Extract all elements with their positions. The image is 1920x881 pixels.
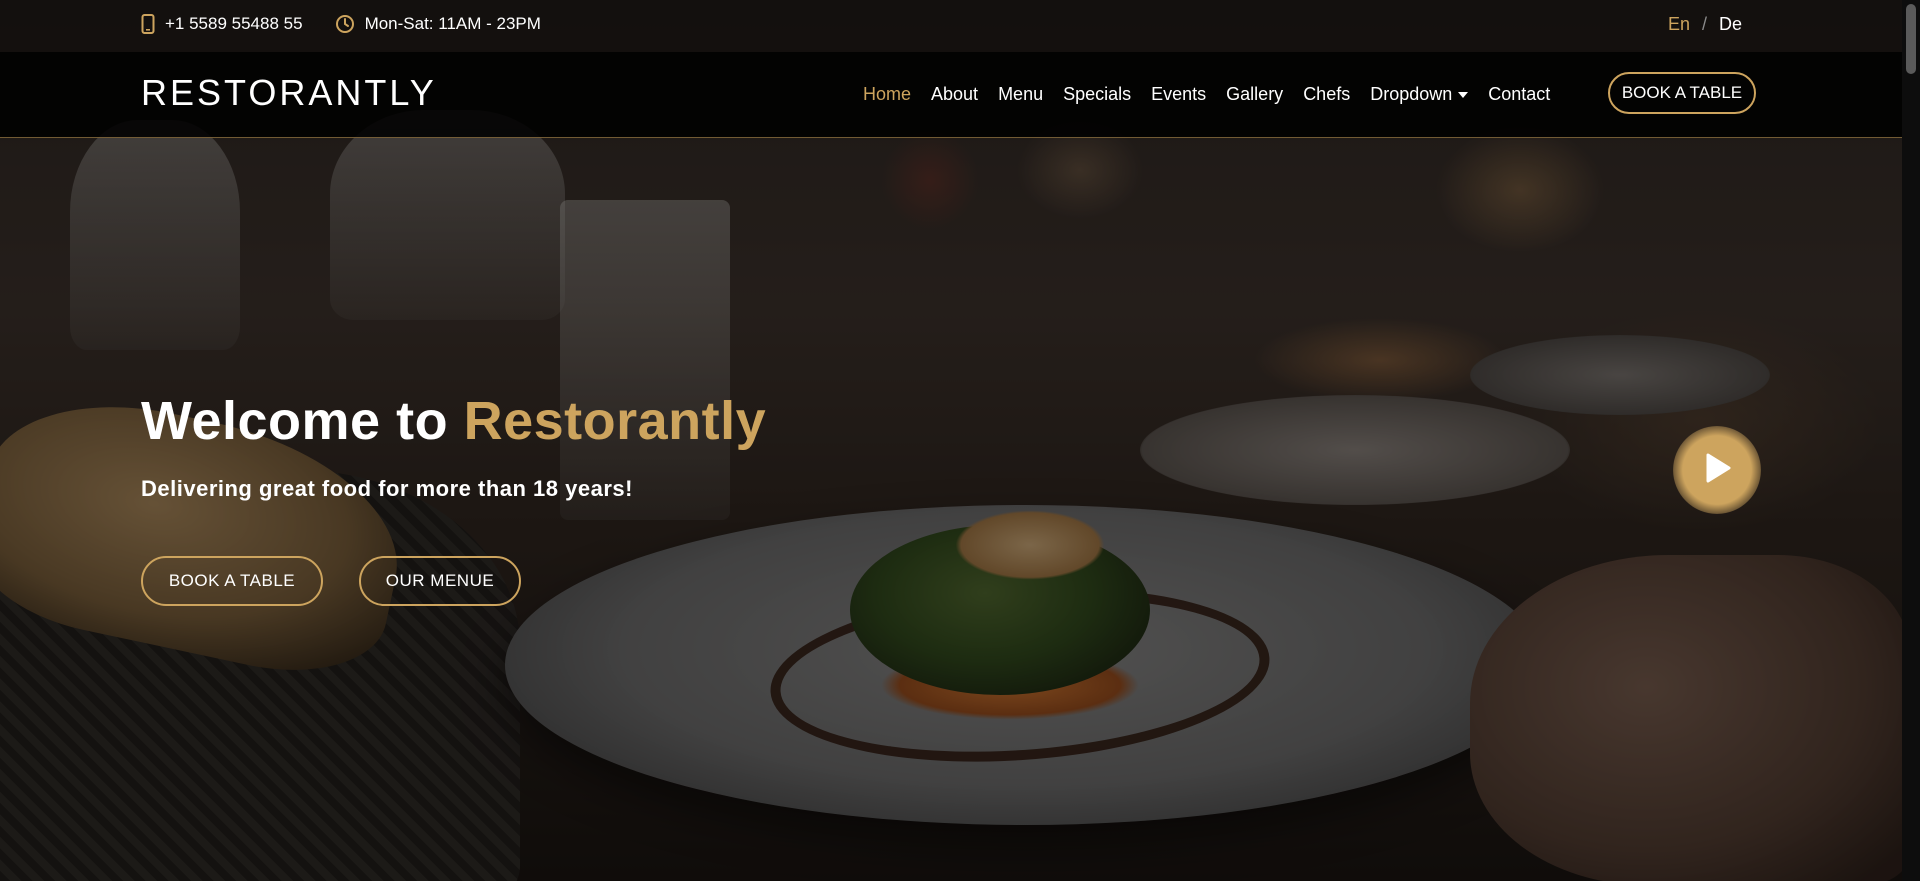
contact-info: +1 5589 55488 55 Mon-Sat: 11AM - 23PM [141, 14, 541, 34]
clock-icon [335, 14, 355, 34]
nav-dropdown[interactable]: Dropdown [1360, 84, 1478, 105]
lang-en[interactable]: En [1668, 14, 1690, 35]
nav-home[interactable]: Home [853, 84, 921, 105]
hero-title-brand: Restorantly [463, 391, 767, 451]
hero-title: Welcome to Restorantly [141, 390, 766, 452]
language-switcher: En / De [1668, 14, 1742, 35]
hero-subtitle: Delivering great food for more than 18 y… [141, 476, 633, 501]
nav-contact[interactable]: Contact [1478, 84, 1560, 105]
chevron-down-icon [1458, 91, 1469, 98]
nav-gallery[interactable]: Gallery [1216, 84, 1293, 105]
lang-separator: / [1701, 14, 1707, 34]
play-video-button[interactable] [1673, 426, 1761, 514]
page-scrollbar[interactable] [1902, 0, 1920, 881]
book-table-button[interactable]: BOOK A TABLE [141, 556, 323, 606]
hero-title-prefix: Welcome to [141, 391, 449, 451]
nav-about[interactable]: About [921, 84, 988, 105]
phone-icon [141, 14, 155, 34]
nav-specials[interactable]: Specials [1053, 84, 1141, 105]
nav-chefs[interactable]: Chefs [1293, 84, 1360, 105]
nav-events[interactable]: Events [1141, 84, 1216, 105]
lang-de[interactable]: De [1719, 14, 1742, 35]
our-menu-button[interactable]: OUR MENUE [359, 556, 521, 606]
site-logo[interactable]: RESTORANTLY [141, 72, 437, 114]
opening-hours: Mon-Sat: 11AM - 23PM [364, 14, 541, 33]
nav-menu[interactable]: Menu [988, 84, 1053, 105]
phone-number: +1 5589 55488 55 [165, 14, 303, 33]
scrollbar-thumb[interactable] [1906, 4, 1916, 74]
main-nav: Home About Menu Specials Events Gallery … [853, 52, 1560, 137]
play-icon [1702, 452, 1732, 489]
top-bar: +1 5589 55488 55 Mon-Sat: 11AM - 23PM En… [0, 0, 1902, 52]
nav-dropdown-label: Dropdown [1370, 84, 1453, 104]
book-table-header-button[interactable]: BOOK A TABLE [1608, 72, 1756, 114]
main-header: RESTORANTLY Home About Menu Specials Eve… [0, 52, 1902, 138]
